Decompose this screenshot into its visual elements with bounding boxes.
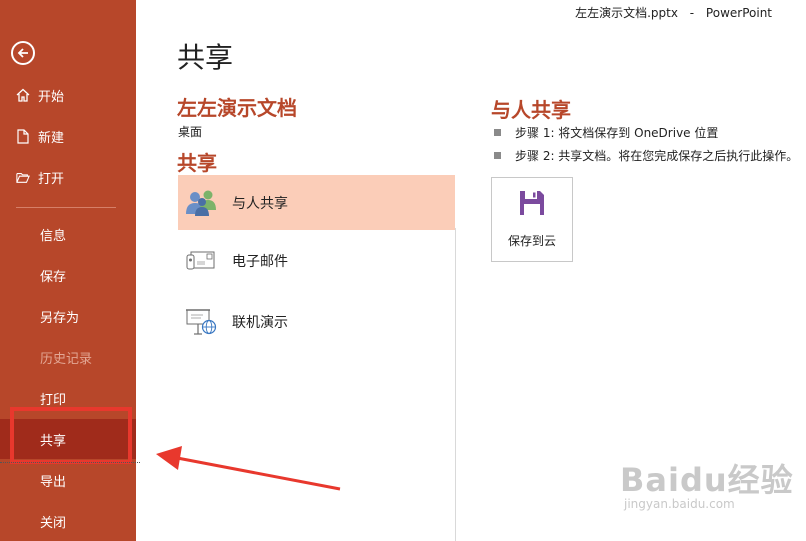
sidebar-item-history: 历史记录 [0, 337, 136, 377]
step-item: 步骤 2: 共享文档。将在您完成保存之后执行此操作。 [494, 147, 798, 164]
share-option-present-online[interactable]: 联机演示 [178, 294, 455, 349]
present-online-icon [184, 305, 218, 339]
sidebar-item-label: 信息 [40, 228, 67, 244]
sidebar-item-open[interactable]: 打开 [0, 157, 136, 197]
share-option-label: 电子邮件 [232, 253, 288, 270]
sidebar-item-export[interactable]: 导出 [0, 460, 136, 500]
document-filename: 左左演示文档.pptx [575, 6, 678, 20]
sidebar-item-label: 打开 [38, 171, 65, 187]
step-text: 步骤 1: 将文档保存到 OneDrive 位置 [515, 126, 719, 140]
save-to-cloud-button[interactable]: 保存到云 [491, 177, 573, 262]
title-separator: - [689, 6, 695, 20]
email-icon [184, 244, 218, 278]
sidebar-item-label: 另存为 [40, 310, 80, 326]
app-name: PowerPoint [705, 6, 772, 20]
step-item: 步骤 1: 将文档保存到 OneDrive 位置 [494, 124, 718, 141]
share-with-people-icon [184, 186, 218, 220]
sidebar-item-label: 新建 [38, 130, 65, 146]
annotation-dotted-line [0, 462, 140, 463]
sidebar-item-new[interactable]: 新建 [0, 116, 136, 156]
bullet-icon [494, 129, 501, 136]
watermark-logo: Baidu经验 [620, 461, 794, 499]
sidebar-item-label: 关闭 [40, 515, 67, 531]
annotation-highlight-box [10, 407, 132, 464]
sidebar-item-save-as[interactable]: 另存为 [0, 296, 136, 336]
share-option-email[interactable]: 电子邮件 [178, 233, 455, 288]
pane-separator [455, 228, 456, 541]
document-name: 左左演示文档 [177, 96, 297, 120]
powerpoint-backstage: 开始 新建 打开 信息 保存 另存为 历史记录 打印 共享 导出 关闭 左左演示… [0, 0, 806, 541]
open-folder-icon [16, 169, 30, 185]
share-option-label: 联机演示 [232, 314, 288, 331]
document-location: 桌面 [178, 125, 203, 139]
sidebar-divider [16, 207, 116, 208]
sidebar-item-label: 打印 [40, 392, 67, 408]
sidebar-item-home[interactable]: 开始 [0, 75, 136, 115]
home-icon [16, 87, 30, 103]
share-option-share-with-people[interactable]: 与人共享 [178, 175, 455, 230]
sidebar-item-label: 开始 [38, 89, 65, 105]
floppy-disk-icon [520, 191, 544, 215]
sidebar-item-label: 保存 [40, 269, 67, 285]
share-section-heading: 共享 [177, 151, 217, 175]
sidebar-item-label: 导出 [40, 474, 67, 490]
sidebar-item-info[interactable]: 信息 [0, 214, 136, 254]
save-to-cloud-label: 保存到云 [507, 234, 556, 248]
detail-heading: 与人共享 [491, 98, 571, 122]
back-arrow-icon[interactable] [11, 41, 35, 65]
window-title: 左左演示文档.pptx - PowerPoint [567, 4, 772, 21]
sidebar-item-label: 历史记录 [40, 351, 93, 367]
sidebar-item-close[interactable]: 关闭 [0, 501, 136, 541]
baidu-watermark: Baidu经验 jingyan.baidu.com [620, 455, 794, 511]
share-option-label: 与人共享 [232, 195, 288, 212]
sidebar-item-save[interactable]: 保存 [0, 255, 136, 295]
step-text: 步骤 2: 共享文档。将在您完成保存之后执行此操作。 [515, 149, 799, 163]
page-title: 共享 [177, 41, 234, 74]
new-file-icon [16, 128, 30, 144]
annotation-arrow-icon [156, 446, 341, 491]
bullet-icon [494, 152, 501, 159]
